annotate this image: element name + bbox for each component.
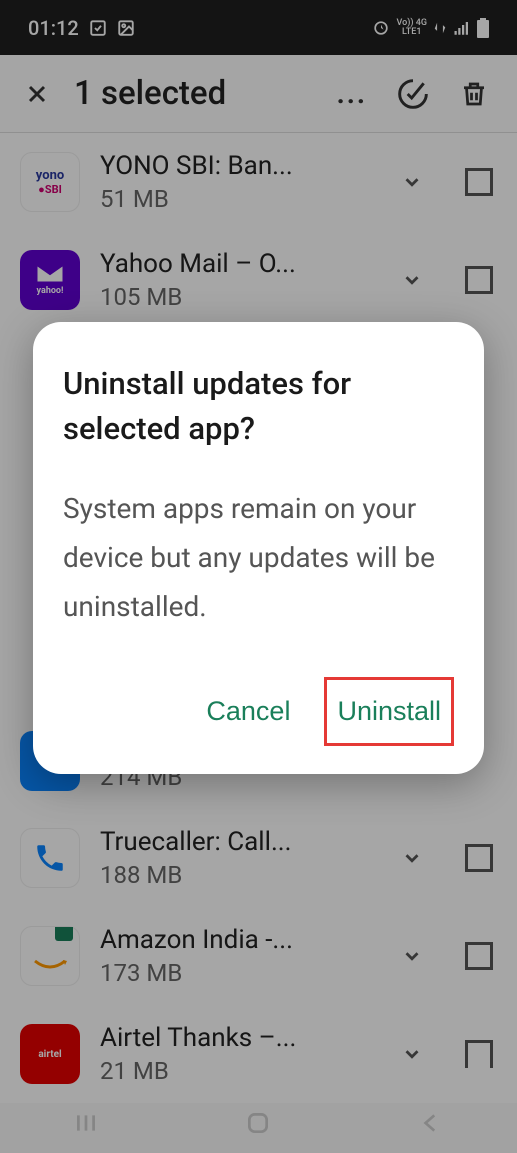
app-icon-yahoo: yahoo!: [20, 250, 80, 310]
chevron-down-icon[interactable]: [393, 847, 431, 869]
chevron-down-icon[interactable]: [393, 945, 431, 967]
status-right: Vo)) 4G LTE1: [371, 18, 490, 38]
chevron-down-icon[interactable]: [393, 1043, 431, 1065]
home-button[interactable]: [235, 1100, 281, 1146]
close-button[interactable]: [12, 80, 62, 108]
dialog-actions: Cancel Uninstall: [63, 677, 454, 746]
checkbox[interactable]: [465, 942, 493, 970]
checkbox[interactable]: [465, 266, 493, 294]
checkbox[interactable]: [465, 1040, 493, 1068]
app-icon-amazon: [20, 926, 80, 986]
status-bar: 01:12 Vo)) 4G LTE1: [0, 0, 517, 55]
delete-icon[interactable]: [453, 73, 495, 115]
uninstall-highlight: Uninstall: [324, 677, 454, 746]
checkbox-notif-icon: [89, 19, 107, 37]
dialog-title: Uninstall updates for selected app?: [63, 362, 454, 452]
app-name: YONO SBI: Ban...: [100, 151, 373, 181]
select-all-icon[interactable]: [391, 72, 435, 116]
app-row-airtel[interactable]: airtel Airtel Thanks –... 21 MB: [0, 1005, 517, 1103]
dialog-body: System apps remain on your device but an…: [63, 484, 454, 631]
app-icon-truecaller: [20, 828, 80, 888]
back-button[interactable]: [408, 1100, 454, 1146]
app-size: 51 MB: [100, 185, 373, 213]
app-row-yono[interactable]: yono●SBI YONO SBI: Ban... 51 MB: [0, 133, 517, 231]
app-size: 105 MB: [100, 283, 373, 311]
battery-icon: [477, 18, 489, 38]
checkbox[interactable]: [465, 168, 493, 196]
uninstall-dialog: Uninstall updates for selected app? Syst…: [33, 322, 484, 774]
app-row-truecaller[interactable]: Truecaller: Call... 188 MB: [0, 809, 517, 907]
status-left: 01:12: [28, 16, 135, 40]
system-nav-bar: [0, 1093, 517, 1153]
network-type-label: Vo)) 4G LTE1: [397, 19, 428, 37]
data-arrows-icon: [433, 21, 447, 35]
chevron-down-icon[interactable]: [393, 269, 431, 291]
signal-icon: [453, 19, 471, 37]
selection-header: 1 selected ...: [0, 55, 517, 133]
app-icon-airtel: airtel: [20, 1024, 80, 1084]
status-time: 01:12: [28, 16, 79, 40]
alarm-icon: [371, 18, 391, 38]
app-size: 173 MB: [100, 959, 373, 987]
uninstall-button[interactable]: Uninstall: [337, 696, 441, 727]
more-options-icon[interactable]: ...: [331, 71, 373, 116]
app-name: Yahoo Mail – O...: [100, 249, 373, 279]
app-row-amazon[interactable]: Amazon India -... 173 MB: [0, 907, 517, 1005]
recents-button[interactable]: [63, 1100, 109, 1146]
app-size: 21 MB: [100, 1057, 373, 1085]
app-name: Truecaller: Call...: [100, 827, 373, 857]
app-name: Amazon India -...: [100, 925, 373, 955]
header-title: 1 selected: [62, 74, 331, 113]
app-icon-yono: yono●SBI: [20, 152, 80, 212]
image-notif-icon: [117, 19, 135, 37]
app-name: Airtel Thanks –...: [100, 1023, 373, 1053]
checkbox[interactable]: [465, 844, 493, 872]
app-row-yahoo[interactable]: yahoo! Yahoo Mail – O... 105 MB: [0, 231, 517, 329]
app-size: 188 MB: [100, 861, 373, 889]
chevron-down-icon[interactable]: [393, 171, 431, 193]
cancel-button[interactable]: Cancel: [192, 686, 304, 737]
